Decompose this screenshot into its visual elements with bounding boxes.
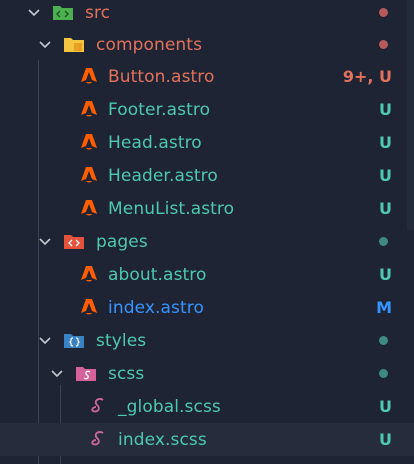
tree-row-label: about.astro: [108, 264, 207, 285]
tree-row-label: components: [96, 34, 203, 55]
git-status-dot: [379, 237, 388, 246]
folder-styles-icon: [63, 330, 84, 350]
astro-file-icon: [79, 297, 99, 317]
git-status-badge: 9+, U: [342, 67, 392, 86]
astro-file-icon: [79, 198, 99, 218]
git-status-badge: U: [379, 265, 392, 284]
git-status-badge: U: [379, 100, 392, 119]
tree-row-menulist-astro[interactable]: MenuList.astro U: [0, 192, 414, 225]
git-status-badge: U: [379, 166, 392, 185]
tree-row-components[interactable]: components: [0, 28, 414, 61]
file-explorer-tree: src components Button.astro 9+, U Footer…: [0, 0, 414, 464]
git-status-badge: U: [379, 430, 392, 449]
tree-row-about-astro[interactable]: about.astro U: [0, 258, 414, 291]
chevron-down-icon: [38, 235, 52, 249]
tree-row-scss[interactable]: scss: [0, 357, 414, 390]
tree-row-src[interactable]: src: [0, 0, 414, 29]
tree-row-pages[interactable]: pages: [0, 225, 414, 258]
tree-row-label: Button.astro: [108, 66, 215, 87]
tree-row-label: Head.astro: [108, 132, 202, 153]
chevron-down-icon: [38, 38, 52, 52]
astro-file-icon: [79, 165, 99, 185]
tree-row-label: index.scss: [118, 429, 207, 450]
git-status-dot: [379, 8, 388, 17]
astro-file-icon: [79, 132, 99, 152]
tree-row-label: pages: [96, 231, 148, 252]
tree-row-index-scss[interactable]: index.scss U: [0, 423, 414, 456]
sass-file-icon: [89, 396, 109, 416]
git-status-badge: U: [379, 397, 392, 416]
astro-file-icon: [79, 99, 99, 119]
tree-row-label: Footer.astro: [108, 99, 211, 120]
tree-row-index-astro[interactable]: index.astro M: [0, 291, 414, 324]
folder-pages-icon: [63, 231, 84, 251]
tree-row-footer-astro[interactable]: Footer.astro U: [0, 93, 414, 126]
git-status-badge: M: [376, 298, 392, 317]
tree-row-label: MenuList.astro: [108, 198, 235, 219]
git-status-dot: [379, 369, 388, 378]
tree-row-label: _global.scss: [118, 396, 221, 417]
chevron-down-icon: [27, 6, 41, 20]
git-status-badge: U: [379, 133, 392, 152]
astro-file-icon: [79, 264, 99, 284]
tree-row-global-scss[interactable]: _global.scss U: [0, 390, 414, 423]
tree-row-label: index.astro: [108, 297, 204, 318]
tree-row-head-astro[interactable]: Head.astro U: [0, 126, 414, 159]
git-status-badge: U: [379, 199, 392, 218]
tree-row-label: src: [85, 2, 111, 23]
tree-row-styles[interactable]: styles: [0, 324, 414, 357]
git-status-dot: [379, 40, 388, 49]
sass-file-icon: [89, 429, 109, 449]
tree-row-label: scss: [108, 363, 145, 384]
folder-components-icon: [63, 34, 84, 54]
astro-file-icon: [79, 66, 99, 86]
tree-row-label: Header.astro: [108, 165, 218, 186]
chevron-down-icon: [38, 334, 52, 348]
git-status-dot: [379, 336, 388, 345]
folder-scss-icon: [75, 363, 96, 383]
chevron-down-icon: [50, 367, 64, 381]
tree-row-button-astro[interactable]: Button.astro 9+, U: [0, 60, 414, 93]
tree-row-label: styles: [96, 330, 147, 351]
folder-src-icon: [52, 2, 73, 22]
tree-row-header-astro[interactable]: Header.astro U: [0, 159, 414, 192]
